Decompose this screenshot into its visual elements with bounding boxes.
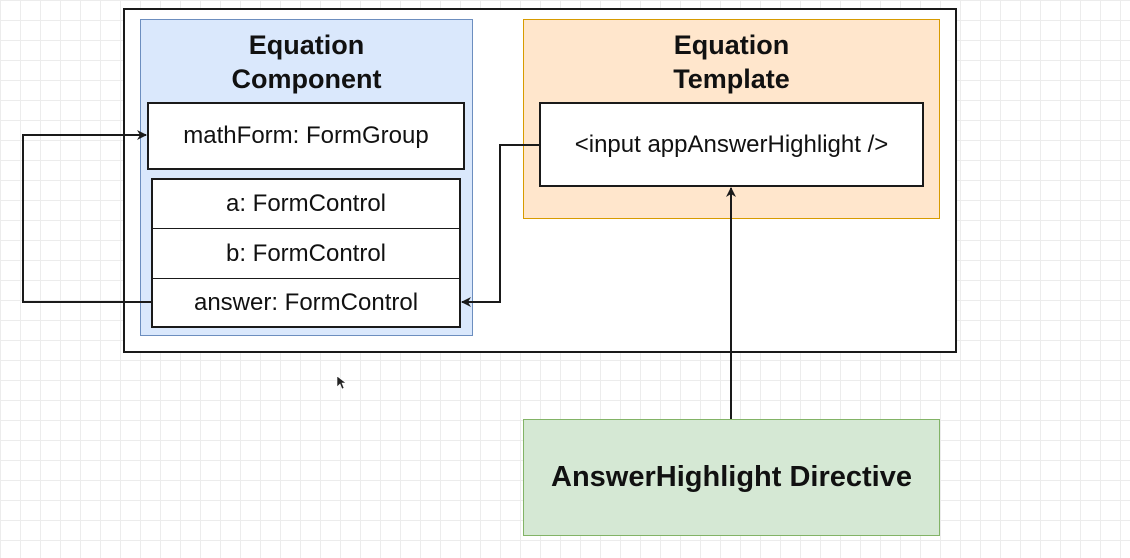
answer-to-formgroup-arrow — [22, 130, 151, 303]
connector-lines — [22, 130, 736, 419]
input-to-answer-arrow — [461, 144, 539, 307]
mouse-cursor-icon — [336, 375, 347, 390]
